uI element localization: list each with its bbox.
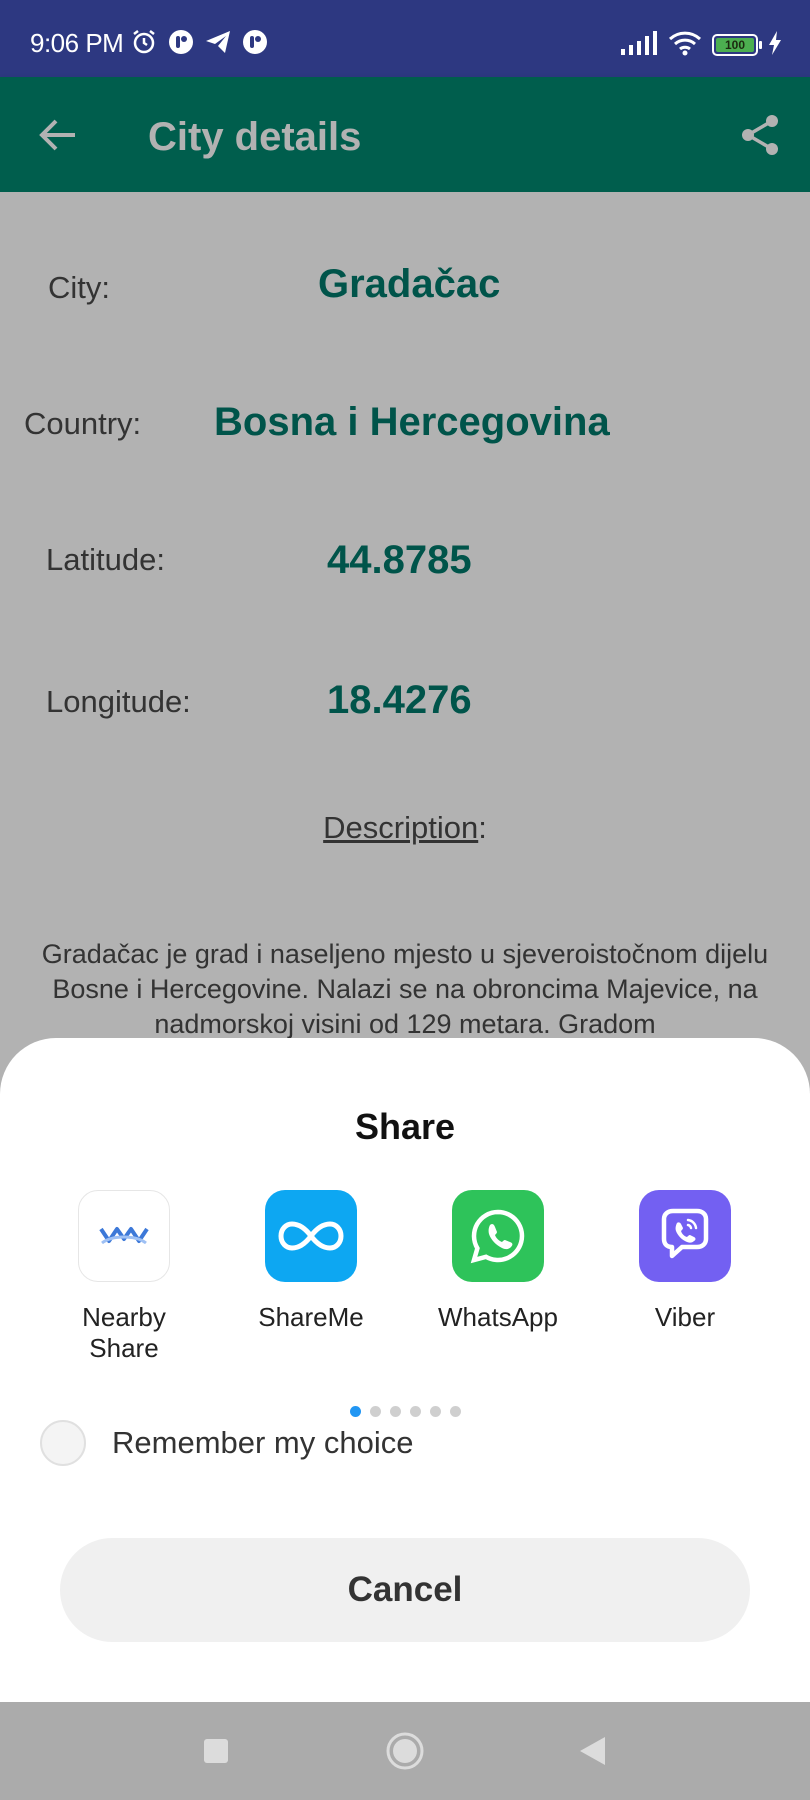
page-dot[interactable] bbox=[369, 1406, 381, 1417]
page-dot[interactable] bbox=[349, 1406, 361, 1417]
battery-level: 100 bbox=[724, 38, 746, 52]
home-button[interactable] bbox=[382, 1728, 428, 1774]
share-target-nearby-share[interactable]: Nearby Share bbox=[39, 1190, 209, 1364]
recents-button[interactable] bbox=[193, 1728, 239, 1774]
share-target-whatsapp[interactable]: WhatsApp bbox=[413, 1190, 583, 1333]
nav-back-button[interactable] bbox=[569, 1728, 615, 1774]
app-notification-icon bbox=[168, 29, 194, 60]
cancel-button[interactable]: Cancel bbox=[60, 1538, 750, 1642]
remember-choice-row[interactable]: Remember my choice bbox=[40, 1418, 413, 1468]
battery-icon: 100 bbox=[712, 34, 762, 56]
app-notification-icon bbox=[242, 29, 268, 60]
share-target-shareme[interactable]: ShareMe bbox=[226, 1190, 396, 1333]
wifi-icon bbox=[668, 30, 702, 61]
status-icons-left bbox=[130, 28, 268, 61]
share-sheet: Share Nearby Share ShareMe WhatsApp Viber bbox=[0, 1038, 810, 1703]
home-icon bbox=[386, 1732, 424, 1770]
share-target-label: Nearby Share bbox=[39, 1302, 209, 1364]
signal-icon bbox=[620, 30, 658, 60]
status-bar: 9:06 PM 100 bbox=[0, 0, 810, 77]
recents-icon bbox=[204, 1739, 228, 1763]
system-nav-bar bbox=[0, 1702, 810, 1800]
charging-icon bbox=[768, 30, 782, 60]
page-dot[interactable] bbox=[389, 1406, 401, 1417]
viber-icon bbox=[639, 1190, 731, 1282]
share-target-label-line2: Share bbox=[89, 1333, 159, 1363]
alarm-icon bbox=[130, 28, 158, 61]
status-icons-right: 100 bbox=[620, 30, 782, 61]
shareme-icon bbox=[265, 1190, 357, 1282]
telegram-icon bbox=[204, 29, 232, 60]
share-target-label: WhatsApp bbox=[438, 1302, 558, 1332]
page-dot[interactable] bbox=[429, 1406, 441, 1417]
remember-choice-label: Remember my choice bbox=[112, 1425, 414, 1460]
page-dot[interactable] bbox=[409, 1406, 421, 1417]
status-time: 9:06 PM bbox=[30, 28, 124, 58]
share-sheet-title: Share bbox=[354, 1106, 456, 1147]
whatsapp-icon bbox=[452, 1190, 544, 1282]
share-target-label-line1: Nearby bbox=[82, 1302, 166, 1332]
share-target-viber[interactable]: Viber bbox=[600, 1190, 770, 1333]
nearby-share-icon bbox=[78, 1190, 170, 1282]
page-dot[interactable] bbox=[449, 1406, 461, 1417]
page-indicator bbox=[0, 1406, 810, 1417]
remember-choice-checkbox[interactable] bbox=[40, 1420, 86, 1466]
share-target-label: Viber bbox=[654, 1302, 716, 1332]
share-target-label: ShareMe bbox=[258, 1302, 364, 1332]
back-icon bbox=[580, 1737, 605, 1765]
